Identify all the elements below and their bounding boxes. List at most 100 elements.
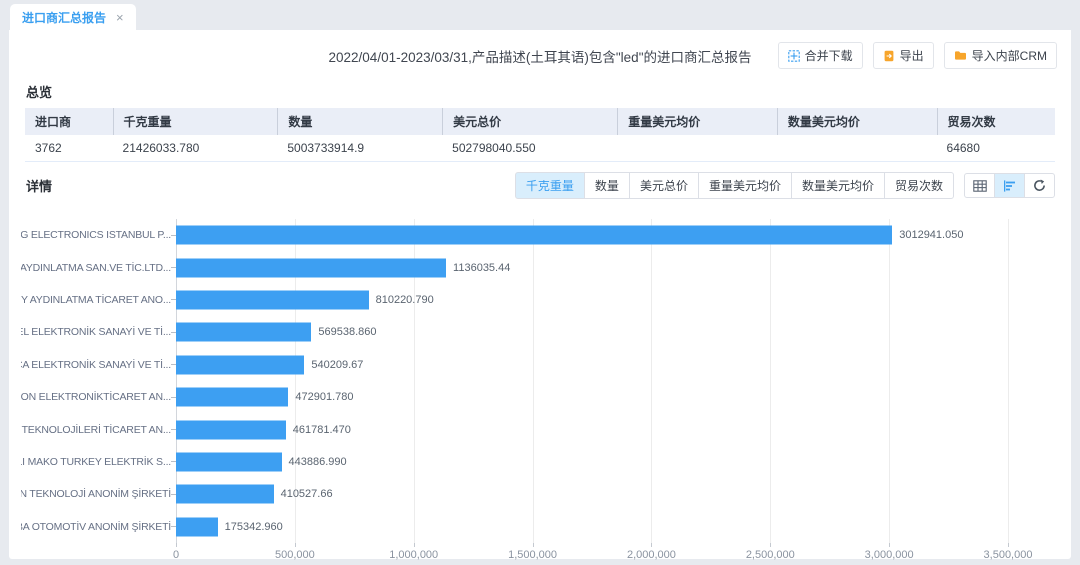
overview-data-row: 376221426033.7805003733914.9502798040.55… (25, 135, 1055, 162)
category-label: SAMSUNG ELECTRONICS ISTANBUL P... (21, 229, 171, 241)
overview-col-header-5: 数量美元均价 (777, 108, 937, 135)
bar-track: 443886.990 (176, 446, 1008, 478)
bar[interactable] (176, 290, 369, 309)
overview-section-title: 总览 (26, 82, 1071, 101)
bar-track: 472901.780 (176, 381, 1008, 413)
export-label: 导出 (900, 47, 924, 64)
table-icon[interactable] (964, 173, 995, 198)
x-tick-label-7: 3,500,000 (984, 549, 1033, 561)
bar-value-label: 175342.960 (225, 521, 283, 533)
category-label: SİGNİFY AYDINLATMA TİCARET ANO... (21, 294, 171, 306)
metric-tab-4[interactable]: 数量美元均价 (791, 172, 885, 199)
bar[interactable] (176, 517, 218, 536)
category-label: UĞUR AYDINLATMA SAN.VE TİC.LTD... (21, 262, 171, 274)
bar-value-label: 3012941.050 (899, 229, 963, 241)
header-actions: 合并下载 导出 导入内部CRM (778, 42, 1057, 69)
export-icon (883, 50, 895, 62)
report-header: 2022/04/01-2023/03/31,产品描述(土耳其语)包含"led"的… (9, 30, 1071, 74)
x-tick-label-0: 0 (173, 549, 179, 561)
category-label: MARELLI MAKO TURKEY ELEKTRİK S... (21, 456, 171, 468)
merge-download-label: 合并下载 (805, 47, 853, 64)
tick-mark (1008, 543, 1009, 547)
tab-title: 进口商汇总报告 (22, 9, 106, 26)
bar-value-label: 810220.790 (376, 294, 434, 306)
chart-row: TP VISION ELEKTRONİKTİCARET AN...472901.… (21, 381, 1008, 413)
metric-tab-2[interactable]: 美元总价 (629, 172, 699, 199)
export-button[interactable]: 导出 (873, 42, 934, 69)
chart-row: SAMSUNG ELECTRONICS ISTANBUL P... 3012941… (21, 219, 1008, 251)
overview-cell-1: 21426033.780 (113, 135, 278, 161)
bar[interactable] (176, 226, 892, 245)
bar-value-label: 540209.67 (311, 359, 363, 371)
overview-col-header-6: 贸易次数 (937, 108, 1055, 135)
merge-download-icon (788, 50, 800, 62)
bar[interactable] (176, 323, 311, 342)
close-icon[interactable]: × (116, 11, 124, 24)
chart-row: VESTEL ELEKTRONİK SANAYİ VE Tİ... 569538.… (21, 316, 1008, 348)
bar-chart-icon[interactable] (994, 173, 1025, 198)
category-label-text: MARELLI MAKO TURKEY ELEKTRİK S... (21, 456, 171, 468)
bar-track: 410527.66 (176, 478, 1008, 510)
chart-row: ATMACA ELEKTRONİK SANAYİ VE Tİ... 540209.… (21, 349, 1008, 381)
bar-value-label: 569538.860 (318, 326, 376, 338)
category-label: ATMACA ELEKTRONİK SANAYİ VE Tİ... (21, 359, 171, 371)
overview-header-row: 进口商千克重量数量美元总价重量美元均价数量美元均价贸易次数 (25, 108, 1055, 135)
detail-controls: 千克重量数量美元总价重量美元均价数量美元均价贸易次数 (515, 172, 1055, 199)
chart-x-axis: 0 500,000 1,000,000 1,500,000 2,000,000 2,500… (176, 543, 1008, 561)
refresh-icon[interactable] (1024, 173, 1055, 198)
tab-bar: 进口商汇总报告 × (0, 0, 1080, 30)
chart-row: MARELLI MAKO TURKEY ELEKTRİK S... 443886.… (21, 446, 1008, 478)
bar-chart: SAMSUNG ELECTRONICS ISTANBUL P... 3012941… (21, 219, 1008, 561)
overview-cell-3: 502798040.550 (442, 135, 617, 161)
bar[interactable] (176, 452, 282, 471)
import-crm-label: 导入内部CRM (972, 47, 1047, 64)
overview-cell-6: 64680 (937, 135, 1055, 161)
bar-track: 540209.67 (176, 349, 1008, 381)
category-label-text: APRON TEKNOLOJİ ANONİM ŞİRKETİ (21, 488, 171, 500)
detail-section-title: 详情 (26, 176, 52, 195)
bar[interactable] (176, 485, 274, 504)
category-label-text: SİGNİFY AYDINLATMA TİCARET ANO... (21, 294, 171, 306)
gridline (1008, 219, 1009, 543)
bar-value-label: 1136035.44 (453, 262, 510, 274)
bar-track: 175342.960 (176, 511, 1008, 543)
metric-tabs: 千克重量数量美元总价重量美元均价数量美元均价贸易次数 (515, 172, 954, 199)
overview-cell-5 (777, 135, 937, 161)
x-tick-label-5: 2,500,000 (746, 549, 795, 561)
tab-importer-summary-report[interactable]: 进口商汇总报告 × (10, 4, 136, 30)
chart-row: APRON TEKNOLOJİ ANONİM ŞİRKETİ 410527.66 (21, 478, 1008, 510)
bar-value-label: 461781.470 (293, 424, 351, 436)
metric-tab-5[interactable]: 贸易次数 (884, 172, 954, 199)
category-label-text: SAMSUNG ELECTRONICS ISTANBUL P... (21, 229, 171, 241)
bar-value-label: 472901.780 (295, 391, 353, 403)
overview-col-header-0: 进口商 (25, 108, 113, 135)
bar[interactable] (176, 420, 286, 439)
chart-row: SİGNİFY AYDINLATMA TİCARET ANO... 810220.… (21, 284, 1008, 316)
chart-row: UĞUR AYDINLATMA SAN.VE TİC.LTD... 1136035… (21, 251, 1008, 283)
bar[interactable] (176, 355, 304, 374)
bar-track: 569538.860 (176, 316, 1008, 348)
category-label: VESTEL ELEKTRONİK SANAYİ VE Tİ... (21, 326, 171, 338)
x-tick-label-1: 500,000 (275, 549, 315, 561)
overview-cell-4 (617, 135, 777, 161)
chart-row: FARBA OTOMOTİV ANONİM ŞİRKETİ175342.960 (21, 511, 1008, 543)
metric-tab-3[interactable]: 重量美元均价 (698, 172, 792, 199)
metric-tab-1[interactable]: 数量 (584, 172, 630, 199)
category-label-text: VESTEL ELEKTRONİK SANAYİ VE Tİ... (21, 326, 171, 338)
bar-track: 461781.470 (176, 413, 1008, 445)
import-crm-button[interactable]: 导入内部CRM (944, 42, 1057, 69)
bar[interactable] (176, 388, 288, 407)
bar-track: 810220.790 (176, 284, 1008, 316)
bar-value-label: 410527.66 (281, 488, 333, 500)
x-tick-label-4: 2,000,000 (627, 549, 676, 561)
merge-download-button[interactable]: 合并下载 (778, 42, 863, 69)
report-panel: 2022/04/01-2023/03/31,产品描述(土耳其语)包含"led"的… (9, 30, 1071, 559)
overview-col-header-2: 数量 (277, 108, 442, 135)
overview-cell-0: 3762 (25, 135, 113, 161)
metric-tab-0[interactable]: 千克重量 (515, 172, 585, 199)
x-tick-label-2: 1,000,000 (389, 549, 438, 561)
bar[interactable] (176, 258, 446, 277)
x-tick-label-3: 1,500,000 (508, 549, 557, 561)
category-label: APRON TEKNOLOJİ ANONİM ŞİRKETİ (21, 488, 171, 500)
bar-track: 3012941.050 (176, 219, 1008, 251)
